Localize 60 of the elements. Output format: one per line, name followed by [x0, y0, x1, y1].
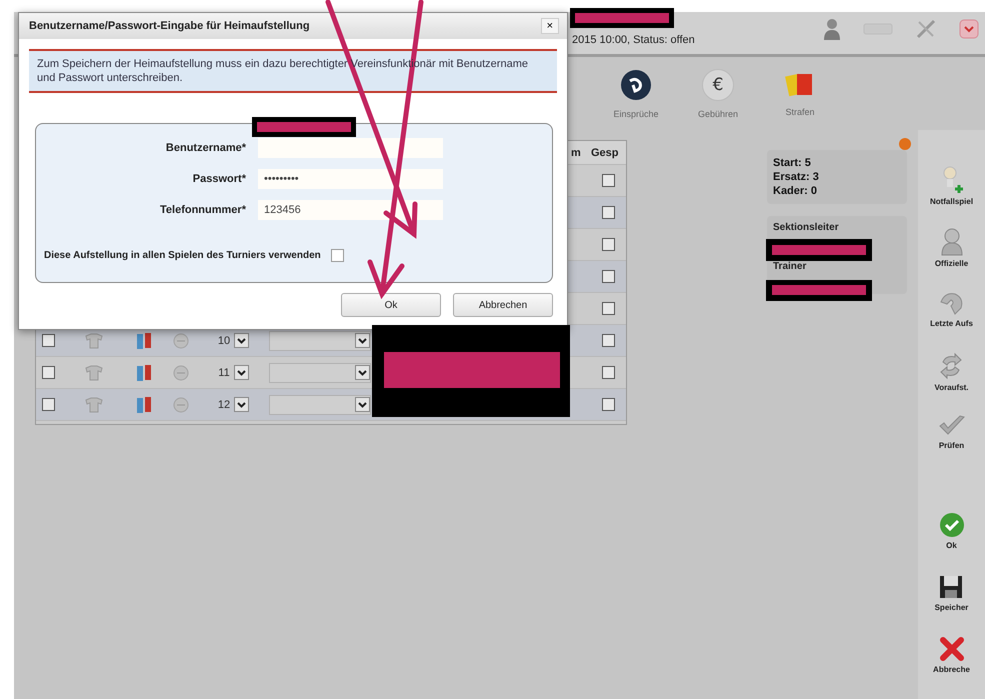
ok-button[interactable]: Ok [341, 293, 441, 317]
action-button[interactable]: Abbreche [933, 636, 970, 698]
caret-icon[interactable] [234, 333, 250, 348]
column-header: Gesp [591, 146, 620, 158]
save-icon [938, 574, 964, 600]
number-select[interactable]: 11 [218, 364, 249, 382]
arrows-icon [938, 352, 964, 380]
field-label: Benutzername* [164, 142, 246, 154]
caret-icon[interactable] [354, 333, 370, 348]
row-checkbox[interactable] [602, 302, 615, 315]
option-label: Diese Aufstellung in allen Spielen des Turniers verwenden [44, 250, 321, 261]
action-button[interactable]: Prüfen [938, 414, 966, 476]
action-button[interactable]: Letzte Aufs [930, 290, 973, 352]
row-checkbox[interactable] [602, 238, 615, 251]
ok-icon [938, 512, 964, 538]
cancel-button[interactable]: Abbrechen [453, 293, 553, 317]
summary-line: Start: 5 [773, 156, 812, 170]
match-subtitle: 2015 10:00, Status: offen [572, 34, 695, 46]
players-icon[interactable] [134, 364, 152, 382]
action-button[interactable]: Notfallspiel [930, 166, 974, 228]
action-button[interactable]: Offizielle [934, 228, 968, 290]
row-checkbox[interactable] [42, 334, 55, 347]
close-button[interactable]: × [540, 18, 559, 34]
action-button[interactable]: Ok [938, 512, 964, 574]
option-checkbox[interactable] [330, 249, 344, 262]
row-checkbox[interactable] [42, 398, 55, 411]
cancel-icon [938, 636, 964, 662]
euro-icon: € [702, 68, 734, 100]
row-checkbox[interactable] [602, 270, 615, 283]
players-icon[interactable] [134, 396, 152, 414]
row-checkbox[interactable] [602, 174, 615, 187]
person-icon [940, 228, 964, 256]
summary-line: Ersatz: 3 [773, 170, 820, 184]
number-select[interactable]: 10 [218, 332, 250, 350]
field-label: Telefonnummer* [159, 204, 246, 216]
caret-icon[interactable] [354, 365, 370, 380]
person-icon[interactable] [823, 18, 841, 40]
players-icon[interactable] [134, 332, 152, 350]
toolbar-button[interactable]: € Gebühren [679, 68, 757, 118]
close-icon[interactable] [959, 19, 979, 39]
input-field[interactable] [258, 138, 443, 158]
column-header: m [571, 146, 582, 158]
row-checkbox[interactable] [602, 366, 615, 379]
row-checkbox[interactable] [602, 398, 615, 411]
summary-line: Kader: 0 [773, 184, 818, 198]
dialog-title: Benutzername/Passwort-Eingabe für Heimaufstellung [29, 20, 310, 32]
official-role: Sektionsleiter [773, 222, 840, 233]
action-button[interactable]: Speicher [934, 574, 968, 636]
row-checkbox[interactable] [602, 206, 615, 219]
input-field[interactable]: 123456 [258, 200, 443, 220]
row-checkbox[interactable] [42, 366, 55, 379]
action-button[interactable]: Voraufst. [934, 352, 969, 414]
input-field[interactable]: ••••••••• [258, 168, 443, 188]
caret-icon[interactable] [234, 397, 250, 412]
field-label: Passwort* [192, 172, 246, 184]
row-checkbox[interactable] [602, 334, 615, 347]
caret-icon[interactable] [354, 397, 370, 412]
official-role: Trainer [773, 261, 808, 272]
caret-icon[interactable] [234, 365, 249, 380]
number-select[interactable]: 12 [218, 396, 250, 414]
